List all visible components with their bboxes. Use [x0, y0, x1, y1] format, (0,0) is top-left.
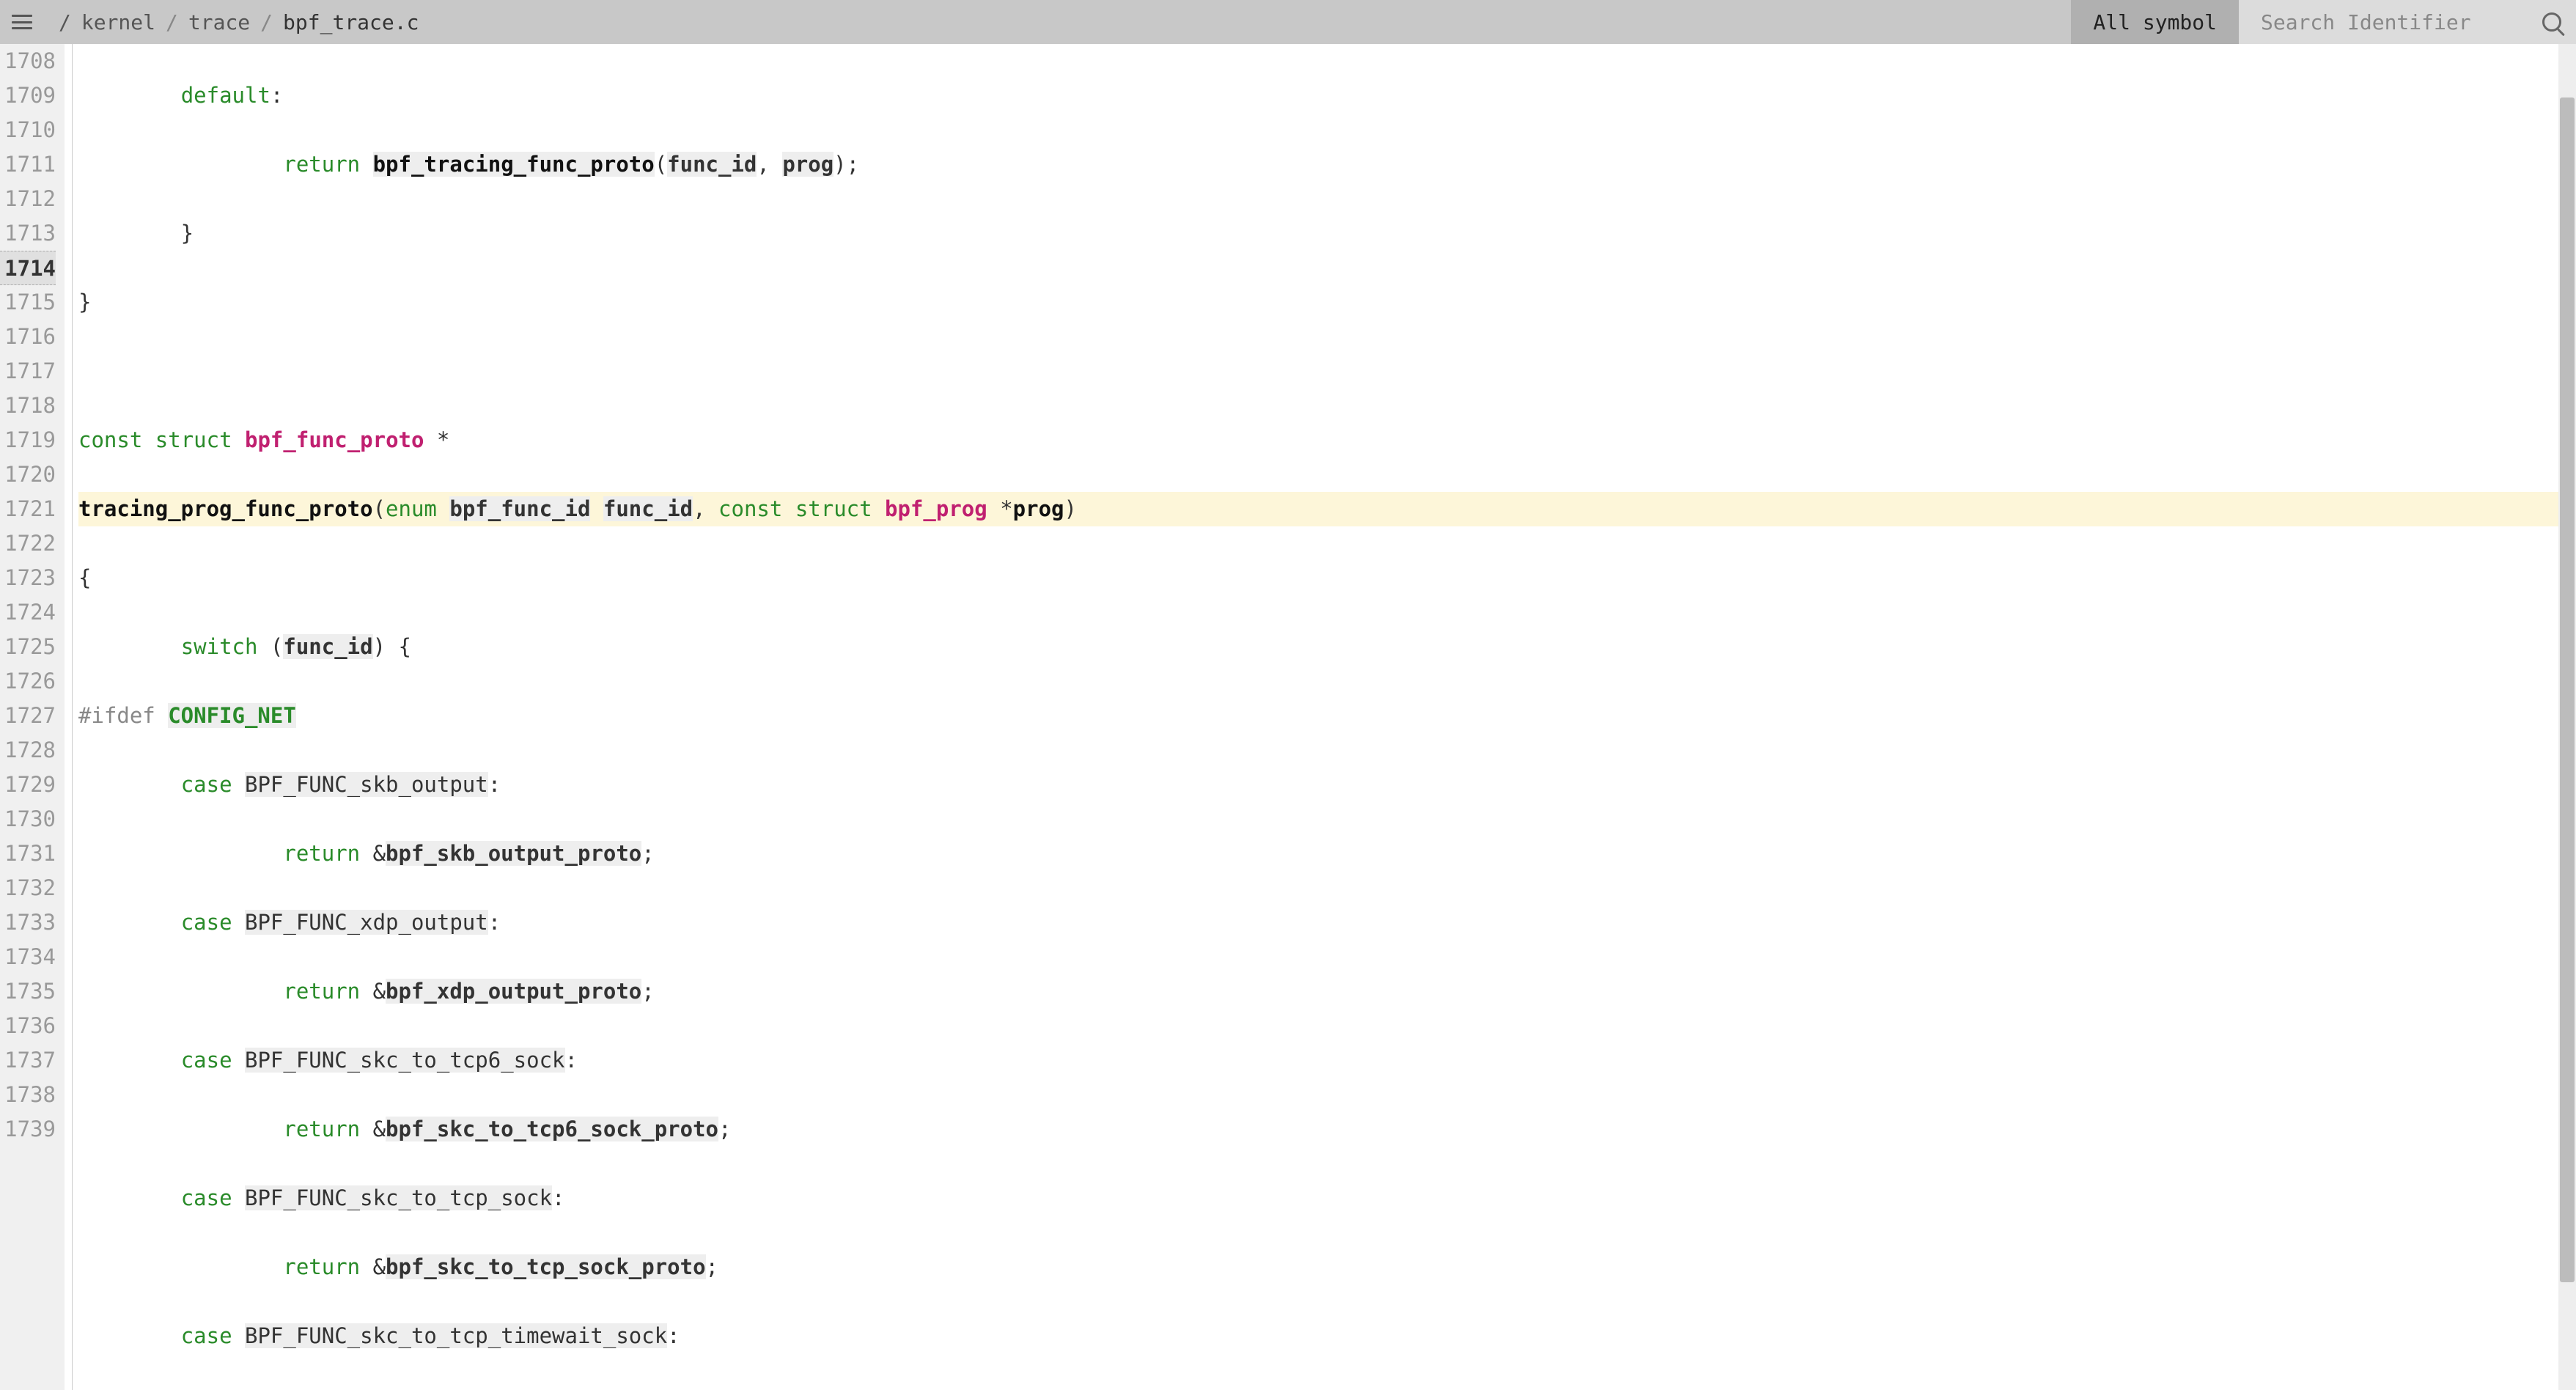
keyword: switch — [181, 634, 258, 659]
breadcrumb-root[interactable]: / — [59, 10, 71, 34]
keyword: struct — [155, 427, 232, 452]
line-number[interactable]: 1715 — [0, 285, 56, 320]
identifier[interactable]: bpf_xdp_output_proto — [386, 979, 641, 1004]
keyword: default — [181, 83, 271, 108]
keyword: return — [283, 841, 360, 866]
line-number[interactable]: 1712 — [0, 182, 56, 216]
keyword: case — [181, 1185, 232, 1210]
line-number[interactable]: 1721 — [0, 492, 56, 526]
line-number[interactable]: 1738 — [0, 1078, 56, 1112]
keyword: struct — [795, 496, 872, 521]
line-number[interactable]: 1709 — [0, 78, 56, 113]
vertical-scrollbar[interactable] — [2558, 44, 2576, 1390]
preprocessor: #ifdef — [78, 703, 168, 728]
type-link[interactable]: bpf_prog — [885, 496, 987, 521]
line-number[interactable]: 1729 — [0, 768, 56, 802]
line-number-gutter: 1708 1709 1710 1711 1712 1713 1714 1715 … — [0, 44, 65, 1390]
enum-value[interactable]: BPF_FUNC_xdp_output — [245, 910, 488, 935]
line-number[interactable]: 1716 — [0, 320, 56, 354]
line-number[interactable]: 1720 — [0, 457, 56, 492]
source-code[interactable]: default: return bpf_tracing_func_proto(f… — [73, 44, 2576, 1390]
breadcrumb-part-1[interactable]: trace — [188, 10, 250, 34]
line-number[interactable]: 1733 — [0, 905, 56, 940]
keyword: case — [181, 1048, 232, 1073]
line-number[interactable]: 1731 — [0, 836, 56, 871]
line-number[interactable]: 1719 — [0, 423, 56, 457]
macro-link[interactable]: CONFIG_NET — [168, 703, 296, 728]
keyword: return — [283, 1254, 360, 1279]
keyword: const — [78, 427, 142, 452]
function-def[interactable]: tracing_prog_func_proto — [78, 496, 373, 521]
line-number[interactable]: 1737 — [0, 1043, 56, 1078]
breadcrumb-part-2[interactable]: bpf_trace.c — [283, 10, 419, 34]
symbol-filter-button[interactable]: All symbol — [2071, 0, 2239, 44]
line-number[interactable]: 1739 — [0, 1112, 56, 1147]
keyword: return — [283, 979, 360, 1004]
keyword: return — [283, 1117, 360, 1141]
topbar: / kernel / trace / bpf_trace.c All symbo… — [0, 0, 2576, 44]
breadcrumb: / kernel / trace / bpf_trace.c — [59, 10, 419, 34]
breadcrumb-part-0[interactable]: kernel — [81, 10, 155, 34]
line-number[interactable]: 1732 — [0, 871, 56, 905]
keyword: case — [181, 910, 232, 935]
identifier[interactable]: prog — [1013, 496, 1064, 521]
identifier[interactable]: bpf_skb_output_proto — [386, 841, 641, 866]
code-area: 1708 1709 1710 1711 1712 1713 1714 1715 … — [0, 44, 2576, 1390]
line-number[interactable]: 1723 — [0, 561, 56, 595]
enum-value[interactable]: BPF_FUNC_skc_to_tcp_sock — [245, 1185, 552, 1210]
line-number[interactable]: 1713 — [0, 216, 56, 251]
identifier[interactable]: prog — [782, 152, 833, 177]
line-number[interactable]: 1725 — [0, 630, 56, 664]
line-number[interactable]: 1728 — [0, 733, 56, 768]
keyword: return — [283, 152, 360, 177]
enum-value[interactable]: BPF_FUNC_skc_to_tcp6_sock — [245, 1048, 565, 1073]
search-box — [2239, 0, 2576, 44]
keyword: case — [181, 772, 232, 797]
breadcrumb-sep: / — [260, 10, 273, 34]
line-number[interactable]: 1736 — [0, 1009, 56, 1043]
enum-value[interactable]: BPF_FUNC_skb_output — [245, 772, 488, 797]
line-number-highlighted[interactable]: 1714 — [0, 251, 56, 285]
line-number[interactable]: 1718 — [0, 389, 56, 423]
hamburger-icon — [12, 15, 32, 29]
line-number[interactable]: 1722 — [0, 526, 56, 561]
type-link[interactable]: bpf_func_proto — [245, 427, 424, 452]
line-number[interactable]: 1726 — [0, 664, 56, 699]
line-number[interactable]: 1710 — [0, 113, 56, 147]
line-number[interactable]: 1717 — [0, 354, 56, 389]
identifier[interactable]: func_id — [603, 496, 693, 521]
line-number[interactable]: 1708 — [0, 44, 56, 78]
breadcrumb-sep: / — [166, 10, 178, 34]
line-number[interactable]: 1711 — [0, 147, 56, 182]
topbar-right: All symbol — [2071, 0, 2576, 44]
enum-value[interactable]: BPF_FUNC_skc_to_tcp_timewait_sock — [245, 1323, 667, 1348]
line-number[interactable]: 1734 — [0, 940, 56, 974]
identifier[interactable]: func_id — [283, 634, 372, 659]
line-number[interactable]: 1727 — [0, 699, 56, 733]
search-input[interactable] — [2261, 10, 2535, 34]
line-number[interactable]: 1730 — [0, 802, 56, 836]
identifier[interactable]: bpf_skc_to_tcp6_sock_proto — [386, 1117, 718, 1141]
search-icon[interactable] — [2542, 12, 2561, 32]
identifier[interactable]: bpf_skc_to_tcp_sock_proto — [386, 1254, 706, 1279]
identifier[interactable]: func_id — [667, 152, 757, 177]
function-call[interactable]: bpf_tracing_func_proto — [373, 152, 655, 177]
line-number[interactable]: 1724 — [0, 595, 56, 630]
keyword: enum — [386, 496, 437, 521]
line-number[interactable]: 1735 — [0, 974, 56, 1009]
scrollbar-thumb[interactable] — [2560, 98, 2575, 1282]
menu-button[interactable] — [0, 0, 44, 44]
type-link[interactable]: bpf_func_id — [449, 496, 590, 521]
keyword: case — [181, 1323, 232, 1348]
keyword: const — [718, 496, 782, 521]
